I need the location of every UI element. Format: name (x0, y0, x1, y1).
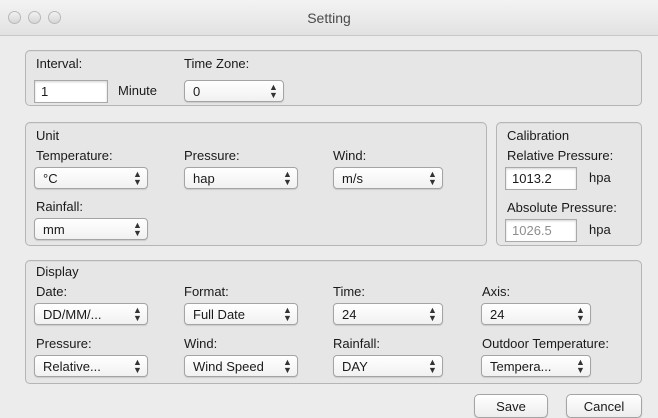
absolute-pressure-input: 1026.5 (505, 219, 577, 242)
wind-unit-select[interactable]: m/s ▲ ▼ (333, 167, 443, 189)
relative-pressure-input[interactable]: 1013.2 (505, 167, 577, 190)
unit-group-label: Unit (36, 128, 60, 143)
time-format-value: 24 (342, 307, 357, 322)
date-format-value: DD/MM/... (43, 307, 102, 322)
chevron-up-down-icon: ▲ ▼ (576, 305, 585, 323)
display-rainfall-select[interactable]: DAY ▲ ▼ (333, 355, 443, 377)
save-button[interactable]: Save (474, 394, 548, 418)
display-rainfall-label: Rainfall: (333, 336, 380, 351)
chevron-up-down-icon: ▲ ▼ (428, 169, 437, 187)
chevron-up-down-icon: ▲ ▼ (133, 220, 142, 238)
axis-value: 24 (490, 307, 505, 322)
time-format-label: Time: (333, 284, 366, 299)
rainfall-unit-label: Rainfall: (36, 199, 83, 214)
unit-settings-group: Unit Temperature: °C ▲ ▼ Pressure: hap ▲ ▼… (25, 122, 487, 246)
chevron-up-down-icon: ▲ ▼ (283, 357, 292, 375)
absolute-pressure-label: Absolute Pressure: (507, 200, 617, 215)
relative-pressure-unit: hpa (589, 170, 611, 185)
timezone-label: Time Zone: (184, 56, 250, 71)
chevron-up-down-icon: ▲ ▼ (428, 357, 437, 375)
format-value: Full Date (193, 307, 246, 322)
timezone-value: 0 (193, 84, 201, 99)
temperature-unit-value: °C (43, 171, 58, 186)
relative-pressure-label: Relative Pressure: (507, 148, 614, 163)
display-wind-label: Wind: (184, 336, 218, 351)
format-select[interactable]: Full Date ▲ ▼ (184, 303, 298, 325)
axis-select[interactable]: 24 ▲ ▼ (481, 303, 591, 325)
temperature-unit-label: Temperature: (36, 148, 113, 163)
rainfall-unit-value: mm (43, 222, 65, 237)
wind-unit-value: m/s (342, 171, 363, 186)
timezone-select[interactable]: 0 ▲ ▼ (184, 80, 284, 102)
outdoor-temperature-select[interactable]: Tempera... ▲ ▼ (481, 355, 591, 377)
format-label: Format: (184, 284, 229, 299)
display-rainfall-value: DAY (342, 359, 368, 374)
calibration-group-label: Calibration (507, 128, 570, 143)
chevron-up-down-icon: ▲ ▼ (428, 305, 437, 323)
chevron-up-down-icon: ▲ ▼ (576, 357, 585, 375)
calibration-group: Calibration Relative Pressure: 1013.2 hp… (496, 122, 642, 246)
chevron-up-down-icon: ▲ ▼ (269, 82, 278, 100)
axis-label: Axis: (482, 284, 511, 299)
date-format-label: Date: (36, 284, 68, 299)
pressure-unit-select[interactable]: hap ▲ ▼ (184, 167, 298, 189)
chevron-up-down-icon: ▲ ▼ (283, 169, 292, 187)
display-group-label: Display (36, 264, 79, 279)
display-pressure-label: Pressure: (36, 336, 92, 351)
pressure-unit-value: hap (193, 171, 215, 186)
date-format-select[interactable]: DD/MM/... ▲ ▼ (34, 303, 148, 325)
absolute-pressure-unit: hpa (589, 222, 611, 237)
interval-unit-label: Minute (118, 83, 158, 98)
cancel-button[interactable]: Cancel (566, 394, 642, 418)
display-pressure-value: Relative... (43, 359, 101, 374)
outdoor-temperature-value: Tempera... (490, 359, 552, 374)
interval-input[interactable]: 1 (34, 80, 108, 103)
display-wind-value: Wind Speed (193, 359, 264, 374)
pressure-unit-label: Pressure: (184, 148, 240, 163)
chevron-up-down-icon: ▲ ▼ (133, 305, 142, 323)
interval-label: Interval: (36, 56, 83, 71)
display-pressure-select[interactable]: Relative... ▲ ▼ (34, 355, 148, 377)
rainfall-unit-select[interactable]: mm ▲ ▼ (34, 218, 148, 240)
chevron-up-down-icon: ▲ ▼ (133, 357, 142, 375)
temperature-unit-select[interactable]: °C ▲ ▼ (34, 167, 148, 189)
time-format-select[interactable]: 24 ▲ ▼ (333, 303, 443, 325)
chevron-up-down-icon: ▲ ▼ (283, 305, 292, 323)
display-settings-group: Display Date: DD/MM/... ▲ ▼ Format: Full … (25, 260, 642, 384)
outdoor-temperature-label: Outdoor Temperature: (482, 336, 609, 351)
wind-unit-label: Wind: (333, 148, 367, 163)
window-title-bar: Setting (0, 0, 658, 36)
window-title: Setting (307, 10, 351, 26)
chevron-up-down-icon: ▲ ▼ (133, 169, 142, 187)
general-settings-group: Interval: 1 Minute Time Zone: 0 ▲ ▼ (25, 50, 642, 106)
display-wind-select[interactable]: Wind Speed ▲ ▼ (184, 355, 298, 377)
